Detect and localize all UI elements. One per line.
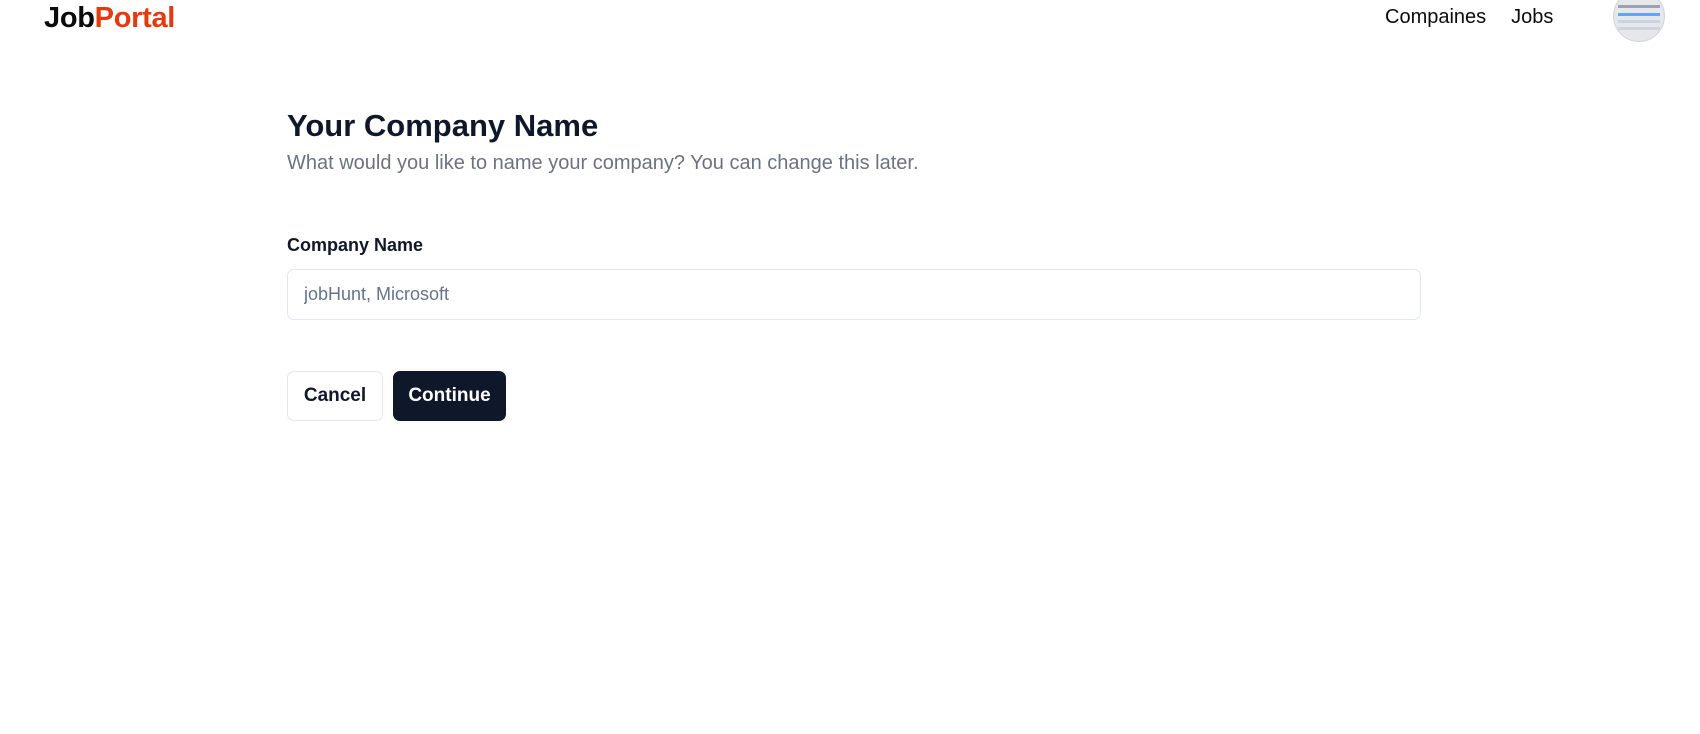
avatar-image-stripe [1618, 20, 1660, 23]
nav-links: Compaines Jobs [1385, 6, 1553, 29]
cancel-button[interactable]: Cancel [287, 371, 383, 421]
avatar-image-stripe [1618, 27, 1660, 30]
continue-button[interactable]: Continue [393, 371, 506, 421]
logo-primary: Job [44, 2, 95, 34]
company-name-input[interactable] [287, 269, 1421, 320]
company-name-label: Company Name [287, 235, 424, 255]
avatar-image-stripe [1618, 5, 1660, 8]
page-title: Your Company Name [287, 108, 599, 143]
nav-link-jobs[interactable]: Jobs [1511, 6, 1553, 29]
avatar-image-stripe [1618, 13, 1660, 16]
navbar: JobPortal Compaines Jobs [0, 0, 1700, 42]
logo-accent: Portal [94, 2, 176, 34]
logo[interactable]: JobPortal [44, 0, 175, 36]
avatar[interactable] [1613, 0, 1665, 42]
page-subtitle: What would you like to name your company… [287, 152, 919, 174]
nav-link-companies[interactable]: Compaines [1385, 6, 1486, 29]
